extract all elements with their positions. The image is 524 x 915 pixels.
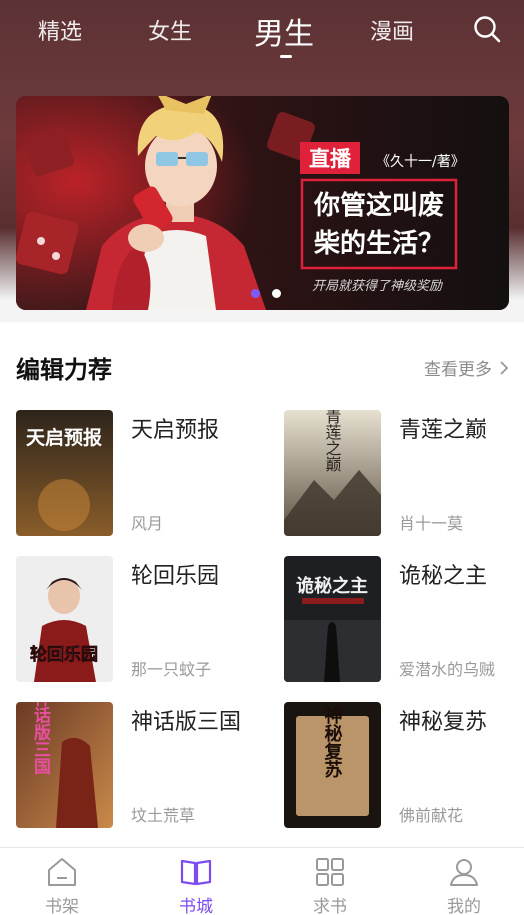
tab-featured[interactable]: 精选 <box>38 14 82 46</box>
book-author: 肖十一莫 <box>399 514 464 533</box>
bottom-navigation: 书架 书城 求书 我的 <box>0 847 524 915</box>
banner-tag: 直播 <box>309 147 352 171</box>
profile-icon <box>450 859 478 886</box>
bookshelf-icon <box>48 858 76 886</box>
nav-profile[interactable]: 我的 <box>424 856 504 915</box>
book-title: 天启预报 <box>131 418 220 443</box>
top-tab-bar: 精选 女生 男生 漫画 <box>0 0 524 62</box>
book-card[interactable]: 神话版三国 神话版三国 坟土荒草 <box>16 702 256 828</box>
book-card[interactable]: 轮回乐园 轮回乐园 那一只蚊子 <box>16 556 256 682</box>
tab-male[interactable]: 男生 <box>254 9 314 53</box>
book-card[interactable]: 青莲之巅 青莲之巅 肖十一莫 <box>284 410 524 536</box>
tab-female[interactable]: 女生 <box>148 14 192 46</box>
grid-icon <box>316 858 344 886</box>
book-card[interactable]: 诡秘之主 诡秘之主 爱潜水的乌贼 <box>284 556 524 682</box>
cover-text: 神话版三国 <box>30 702 51 775</box>
cover-text: 青莲之巅 <box>323 410 342 472</box>
book-card[interactable]: 天启预报 天启预报 风月 <box>16 410 256 536</box>
nav-bookshelf[interactable]: 书架 <box>22 856 102 915</box>
pagination-dot[interactable] <box>251 289 260 298</box>
banner-title-line2: 柴的生活？ <box>313 228 444 259</box>
chevron-right-icon <box>500 360 509 375</box>
book-author: 佛前献花 <box>399 806 464 825</box>
book-title: 轮回乐园 <box>131 564 220 589</box>
book-cover: 天启预报 <box>16 410 113 536</box>
banner-illustration: 直播 《久十一/著》 你管这叫废 柴的生活？ 开局就获得了神级奖励 <box>16 96 509 310</box>
bookstore-page: 精选 女生 男生 漫画 直播 《久十一/著》 你管这叫废 柴的生活？ 开局就获得… <box>0 0 524 915</box>
book-cover: 神话版三国 <box>16 702 113 828</box>
book-author: 风月 <box>131 514 164 533</box>
section-title: 编辑力荐 <box>16 356 112 384</box>
pagination-dot[interactable] <box>272 289 281 298</box>
book-cover: 青莲之巅 <box>284 410 381 536</box>
book-title: 诡秘之主 <box>399 564 488 589</box>
search-button[interactable] <box>472 14 502 44</box>
book-title: 青莲之巅 <box>399 418 488 443</box>
tab-comics[interactable]: 漫画 <box>370 14 414 46</box>
promo-banner[interactable]: 直播 《久十一/著》 你管这叫废 柴的生活？ 开局就获得了神级奖励 <box>16 96 509 310</box>
cover-text: 轮回乐园 <box>30 644 98 665</box>
banner-subtitle: 开局就获得了神级奖励 <box>312 279 444 294</box>
nav-profile-label: 我的 <box>447 897 481 915</box>
book-title: 神秘复苏 <box>399 710 488 735</box>
book-author: 坟土荒草 <box>131 806 196 825</box>
book-author: 那一只蚊子 <box>131 660 212 679</box>
nav-request-label: 求书 <box>313 897 347 915</box>
book-cover: 神秘复苏 <box>284 702 381 828</box>
banner-title-line1: 你管这叫废 <box>313 190 444 221</box>
editor-picks-section: 编辑力荐 查看更多 天启预报 天启预报 风月 青莲之巅 青莲之巅 肖十一莫 轮回… <box>0 322 524 847</box>
view-more-link[interactable]: 查看更多 <box>424 355 510 380</box>
cover-text: 诡秘之主 <box>296 575 368 597</box>
banner-pagination <box>251 289 281 298</box>
book-cover: 诡秘之主 <box>284 556 381 682</box>
nav-bookstore-label: 书城 <box>179 897 213 915</box>
nav-request-book[interactable]: 求书 <box>290 856 370 915</box>
cover-text: 天启预报 <box>26 426 102 449</box>
bookstore-icon <box>180 859 212 886</box>
book-card[interactable]: 神秘复苏 神秘复苏 佛前献花 <box>284 702 524 828</box>
active-tab-indicator <box>280 55 292 58</box>
book-title: 神话版三国 <box>131 710 242 735</box>
book-cover: 轮回乐园 <box>16 556 113 682</box>
cover-text: 神秘复苏 <box>322 705 344 778</box>
nav-bookshelf-label: 书架 <box>45 897 79 915</box>
nav-bookstore[interactable]: 书城 <box>156 856 236 915</box>
search-icon <box>474 16 501 43</box>
view-more-label: 查看更多 <box>424 360 492 380</box>
banner-author: 《久十一/著》 <box>376 154 465 170</box>
book-author: 爱潜水的乌贼 <box>399 660 496 679</box>
